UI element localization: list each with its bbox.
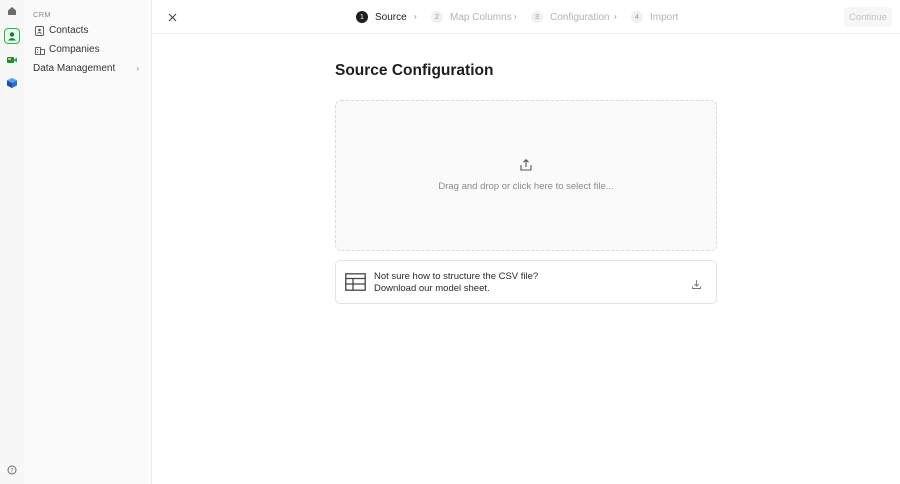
step-label: Source [375, 11, 407, 23]
chevron-right-icon: › [514, 12, 517, 21]
step-source: 1 Source [356, 9, 407, 25]
help-text-line1: Not sure how to structure the CSV file? [374, 271, 539, 282]
close-button[interactable] [165, 10, 179, 24]
step-configuration: 3 Configuration [531, 9, 609, 25]
contact-card-icon [34, 25, 45, 36]
sidebar-item-label: Data Management [33, 63, 116, 74]
download-icon[interactable] [691, 277, 702, 289]
step-label: Configuration [550, 11, 610, 23]
upload-icon [519, 158, 533, 172]
step-number: 4 [631, 11, 643, 23]
cube-icon[interactable] [4, 75, 20, 91]
step-number: 3 [531, 11, 543, 23]
close-icon [168, 13, 176, 21]
sidebar-item-data-management[interactable]: Data Management › [24, 59, 151, 78]
building-icon [34, 44, 45, 55]
model-sheet-card: Not sure how to structure the CSV file? … [335, 260, 717, 304]
dropzone-text: Drag and drop or click here to select fi… [438, 181, 614, 192]
step-import: 4 Import [631, 9, 678, 25]
top-bar: 1 Source › 2 Map Columns › 3 Configurati… [152, 0, 900, 34]
sidebar-item-label: Companies [49, 44, 100, 55]
sidebar: CRM Contacts Companies Data Management › [24, 0, 152, 484]
step-map-columns: 2 Map Columns [431, 9, 512, 25]
video-icon[interactable] [4, 52, 20, 68]
sidebar-section-header: CRM [33, 10, 51, 19]
sidebar-item-label: Contacts [49, 25, 89, 36]
step-label: Map Columns [450, 11, 512, 23]
sidebar-item-contacts[interactable]: Contacts [24, 21, 151, 40]
spreadsheet-icon [345, 273, 366, 291]
crm-icon[interactable] [4, 28, 20, 44]
chevron-right-icon: › [614, 12, 617, 21]
chevron-right-icon: › [414, 12, 417, 21]
app-rail: ? [0, 0, 24, 484]
step-label: Import [650, 11, 679, 23]
svg-text:?: ? [10, 467, 13, 474]
step-number: 2 [431, 11, 443, 23]
sidebar-item-companies[interactable]: Companies [24, 40, 151, 59]
import-panel: 1 Source › 2 Map Columns › 3 Configurati… [152, 0, 900, 484]
continue-button[interactable]: Continue [844, 7, 892, 27]
step-number: 1 [356, 11, 368, 23]
page-title: Source Configuration [335, 62, 494, 79]
help-icon[interactable]: ? [4, 462, 20, 478]
file-dropzone[interactable]: Drag and drop or click here to select fi… [335, 100, 717, 251]
home-icon[interactable] [4, 3, 20, 19]
help-text-line2: Download our model sheet. [374, 283, 490, 294]
chevron-right-icon: › [136, 64, 139, 73]
